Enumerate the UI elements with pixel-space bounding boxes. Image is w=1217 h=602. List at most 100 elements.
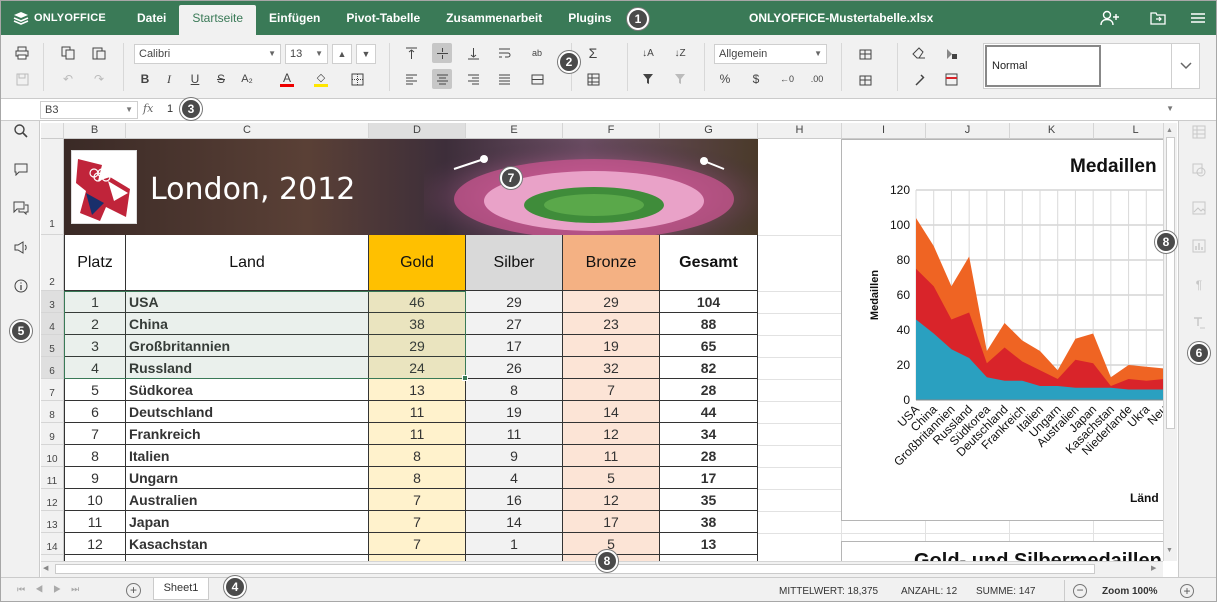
clear-filter-icon[interactable] bbox=[670, 69, 690, 89]
table-cell-gold[interactable]: 13 bbox=[369, 379, 466, 401]
table-cell-bronze[interactable]: 29 bbox=[563, 291, 660, 313]
add-sheet-icon[interactable]: + bbox=[126, 583, 141, 598]
sort-descending-icon[interactable]: ↓Z bbox=[670, 43, 690, 63]
align-bottom-icon[interactable] bbox=[463, 43, 483, 63]
table-cell-gold[interactable]: 7 bbox=[369, 489, 466, 511]
table-cell-silber[interactable]: 29 bbox=[466, 291, 563, 313]
select-all-corner[interactable] bbox=[41, 123, 64, 139]
table-cell-silber[interactable]: 11 bbox=[466, 423, 563, 445]
table-cell-gesamt[interactable]: 65 bbox=[660, 335, 758, 357]
search-icon[interactable] bbox=[11, 121, 31, 141]
row-header[interactable]: 4 bbox=[41, 313, 64, 335]
column-header[interactable]: K bbox=[1010, 123, 1094, 139]
header-platz[interactable]: Platz bbox=[64, 235, 126, 291]
conditional-format-icon[interactable] bbox=[941, 43, 961, 63]
chevron-down-icon[interactable] bbox=[1171, 44, 1199, 88]
scroll-right-icon[interactable]: ▶ bbox=[1151, 564, 1156, 572]
table-cell-silber[interactable]: 27 bbox=[466, 313, 563, 335]
chat-icon[interactable] bbox=[11, 198, 31, 218]
table-cell-gold[interactable]: 7 bbox=[369, 511, 466, 533]
area-chart[interactable]: 0 20 40 60 80 100 120 USA China Großbritannien Rus… bbox=[841, 139, 1163, 521]
paste-icon[interactable] bbox=[89, 43, 109, 63]
table-cell-land[interactable]: Russland bbox=[126, 357, 369, 379]
zoom-level[interactable]: Zoom 100% bbox=[1102, 586, 1158, 597]
feedback-icon[interactable] bbox=[11, 237, 31, 257]
fill-color-icon[interactable]: ◇ bbox=[311, 69, 331, 89]
table-cell-silber[interactable]: 19 bbox=[466, 401, 563, 423]
column-header[interactable]: L bbox=[1094, 123, 1163, 139]
save-icon[interactable] bbox=[12, 69, 32, 89]
table-cell-bronze[interactable]: 19 bbox=[563, 335, 660, 357]
text-orientation-icon[interactable]: ab bbox=[527, 43, 547, 63]
table-cell-platz[interactable]: 12 bbox=[64, 533, 126, 555]
table-cell-gesamt[interactable]: 28 bbox=[660, 379, 758, 401]
merge-cells-icon[interactable] bbox=[527, 69, 547, 89]
table-cell-gold[interactable]: 11 bbox=[369, 423, 466, 445]
table-cell-platz[interactable]: 5 bbox=[64, 379, 126, 401]
decrease-font-icon[interactable]: ▼ bbox=[356, 44, 376, 64]
scroll-down-icon[interactable]: ▼ bbox=[1166, 547, 1173, 554]
align-top-icon[interactable] bbox=[401, 43, 421, 63]
increase-decimal-icon[interactable]: .00 bbox=[807, 69, 827, 89]
tab-zusammenarbeit[interactable]: Zusammenarbeit bbox=[433, 5, 555, 35]
table-cell-gesamt[interactable]: 38 bbox=[660, 511, 758, 533]
insert-row-icon[interactable] bbox=[855, 43, 875, 63]
function-icon[interactable]: fx bbox=[143, 102, 153, 115]
sort-ascending-icon[interactable]: ↓A bbox=[638, 43, 658, 63]
column-header[interactable]: E bbox=[466, 123, 563, 139]
table-cell-silber[interactable]: 8 bbox=[466, 379, 563, 401]
filter-icon[interactable] bbox=[638, 69, 658, 89]
currency-icon[interactable]: $ bbox=[746, 69, 766, 89]
row-header[interactable]: 8 bbox=[41, 401, 64, 423]
table-cell-gold[interactable]: 11 bbox=[369, 401, 466, 423]
delete-row-icon[interactable] bbox=[855, 69, 875, 89]
underline-icon[interactable]: U bbox=[185, 69, 205, 89]
style-normal[interactable]: Normal bbox=[985, 45, 1101, 87]
scroll-up-icon[interactable]: ▲ bbox=[1166, 127, 1173, 134]
text-art-settings-icon[interactable] bbox=[1190, 314, 1208, 332]
sheet-tab[interactable]: Sheet1 bbox=[153, 578, 209, 600]
decrease-decimal-icon[interactable]: ←0 bbox=[777, 69, 797, 89]
percent-icon[interactable]: % bbox=[715, 69, 735, 89]
sheet-navigation[interactable]: ⏮◀▶⏭ bbox=[17, 584, 89, 595]
strikethrough-icon[interactable]: S bbox=[211, 69, 231, 89]
print-icon[interactable] bbox=[12, 43, 32, 63]
comments-icon[interactable] bbox=[11, 159, 31, 179]
table-cell-platz[interactable]: 7 bbox=[64, 423, 126, 445]
table-cell-gold[interactable]: 29 bbox=[369, 335, 466, 357]
row-header[interactable]: 2 bbox=[41, 235, 64, 291]
table-cell-bronze[interactable]: 23 bbox=[563, 313, 660, 335]
table-cell-gold[interactable]: 8 bbox=[369, 445, 466, 467]
table-cell-land[interactable]: Ungarn bbox=[126, 467, 369, 489]
table-cell-gesamt[interactable]: 82 bbox=[660, 357, 758, 379]
increase-font-icon[interactable]: ▲ bbox=[332, 44, 352, 64]
column-header[interactable]: C bbox=[126, 123, 369, 139]
row-header[interactable]: 1 bbox=[41, 139, 64, 235]
copy-style-icon[interactable] bbox=[909, 69, 929, 89]
table-cell-gold[interactable]: 24 bbox=[369, 357, 466, 379]
table-cell-gold[interactable]: 38 bbox=[369, 313, 466, 335]
column-header[interactable]: F bbox=[563, 123, 660, 139]
table-cell-gesamt[interactable]: 28 bbox=[660, 445, 758, 467]
menu-icon[interactable] bbox=[1187, 8, 1209, 28]
table-cell-land[interactable]: Deutschland bbox=[126, 401, 369, 423]
format-as-table-icon[interactable] bbox=[941, 69, 961, 89]
table-cell-gold[interactable]: 8 bbox=[369, 467, 466, 489]
table-cell-platz[interactable]: 1 bbox=[64, 291, 126, 313]
table-cell-silber[interactable]: 16 bbox=[466, 489, 563, 511]
horizontal-scroll-thumb[interactable] bbox=[55, 564, 1095, 574]
table-cell-platz[interactable]: 6 bbox=[64, 401, 126, 423]
tab-pivot-tabelle[interactable]: Pivot-Tabelle bbox=[333, 5, 433, 35]
table-cell-silber[interactable]: 26 bbox=[466, 357, 563, 379]
column-header[interactable]: J bbox=[926, 123, 1010, 139]
font-name-select[interactable]: Calibri ▼ bbox=[134, 44, 281, 64]
align-center-icon[interactable] bbox=[432, 69, 452, 89]
table-cell-silber[interactable]: 4 bbox=[466, 467, 563, 489]
table-cell-bronze[interactable]: 32 bbox=[563, 357, 660, 379]
row-header[interactable]: 3 bbox=[41, 291, 64, 313]
column-header[interactable]: B bbox=[64, 123, 126, 139]
table-cell-gesamt[interactable]: 34 bbox=[660, 423, 758, 445]
header-gesamt[interactable]: Gesamt bbox=[660, 235, 758, 291]
borders-icon[interactable] bbox=[347, 69, 367, 89]
add-user-icon[interactable] bbox=[1099, 8, 1121, 28]
